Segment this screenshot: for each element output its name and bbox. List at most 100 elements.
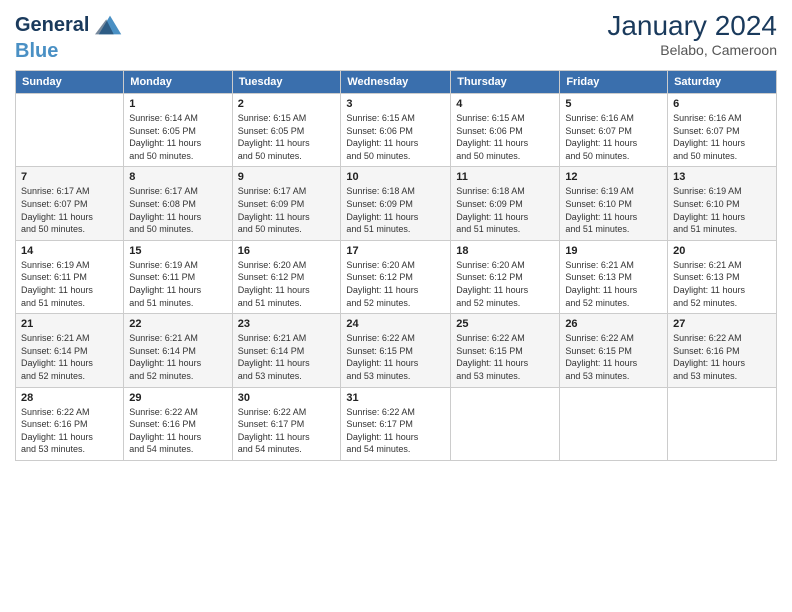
day-detail-3-1: Sunrise: 6:21 AM Sunset: 6:14 PM Dayligh… bbox=[129, 332, 226, 382]
day-num-2-6: 20 bbox=[673, 245, 771, 257]
logo-icon bbox=[95, 10, 125, 40]
logo-subtext: Blue bbox=[15, 40, 125, 62]
day-detail-3-6: Sunrise: 6:22 AM Sunset: 6:16 PM Dayligh… bbox=[673, 332, 771, 382]
day-detail-2-1: Sunrise: 6:19 AM Sunset: 6:11 PM Dayligh… bbox=[129, 259, 226, 309]
cell-0-5: 5Sunrise: 6:16 AM Sunset: 6:07 PM Daylig… bbox=[560, 94, 668, 167]
day-num-2-0: 14 bbox=[21, 245, 118, 257]
day-num-3-4: 25 bbox=[456, 318, 554, 330]
day-detail-4-1: Sunrise: 6:22 AM Sunset: 6:16 PM Dayligh… bbox=[129, 406, 226, 456]
day-num-2-5: 19 bbox=[565, 245, 662, 257]
week-row-3: 21Sunrise: 6:21 AM Sunset: 6:14 PM Dayli… bbox=[16, 314, 777, 387]
day-detail-3-5: Sunrise: 6:22 AM Sunset: 6:15 PM Dayligh… bbox=[565, 332, 662, 382]
cell-0-1: 1 Sunrise: 6:14 AM Sunset: 6:05 PM Daylig… bbox=[124, 94, 232, 167]
day-num-3-3: 24 bbox=[346, 318, 445, 330]
logo-text: General bbox=[15, 14, 89, 36]
cell-4-4 bbox=[451, 387, 560, 460]
cell-3-1: 22 Sunrise: 6:21 AM Sunset: 6:14 PM Dayli… bbox=[124, 314, 232, 387]
day-detail-1-4: Sunrise: 6:18 AM Sunset: 6:09 PM Dayligh… bbox=[456, 185, 554, 235]
day-num-0-4: 4 bbox=[456, 98, 554, 110]
col-tuesday: Tuesday bbox=[232, 71, 341, 94]
col-friday: Friday bbox=[560, 71, 668, 94]
day-num-2-1: 15 bbox=[129, 245, 226, 257]
day-num-3-2: 23 bbox=[238, 318, 336, 330]
day-detail-0-2: Sunrise: 6:15 AM Sunset: 6:05 PM Dayligh… bbox=[238, 112, 336, 162]
logo: General Blue bbox=[15, 10, 125, 62]
day-num-1-4: 11 bbox=[456, 171, 554, 183]
cell-1-3: 10 Sunrise: 6:18 AM Sunset: 6:09 PM Dayli… bbox=[341, 167, 451, 240]
cell-0-0 bbox=[16, 94, 124, 167]
day-detail-1-2: Sunrise: 6:17 AM Sunset: 6:09 PM Dayligh… bbox=[238, 185, 336, 235]
day-detail-1-6: Sunrise: 6:19 AM Sunset: 6:10 PM Dayligh… bbox=[673, 185, 771, 235]
day-num-1-5: 12 bbox=[565, 171, 662, 183]
day-num-0-1: 1 bbox=[129, 98, 226, 110]
cell-1-6: 13 Sunrise: 6:19 AM Sunset: 6:10 PM Dayli… bbox=[668, 167, 777, 240]
day-detail-1-3: Sunrise: 6:18 AM Sunset: 6:09 PM Dayligh… bbox=[346, 185, 445, 235]
day-num-1-6: 13 bbox=[673, 171, 771, 183]
day-detail-0-3: Sunrise: 6:15 AM Sunset: 6:06 PM Dayligh… bbox=[346, 112, 445, 162]
day-detail-0-5: Sunrise: 6:16 AM Sunset: 6:07 PM Dayligh… bbox=[565, 112, 662, 162]
cell-0-6: 6Sunrise: 6:16 AM Sunset: 6:07 PM Daylig… bbox=[668, 94, 777, 167]
cell-0-3: 3 Sunrise: 6:15 AM Sunset: 6:06 PM Daylig… bbox=[341, 94, 451, 167]
cell-1-1: 8 Sunrise: 6:17 AM Sunset: 6:08 PM Daylig… bbox=[124, 167, 232, 240]
cell-4-2: 30Sunrise: 6:22 AM Sunset: 6:17 PM Dayli… bbox=[232, 387, 341, 460]
title-block: January 2024 Belabo, Cameroon bbox=[607, 10, 777, 58]
col-saturday: Saturday bbox=[668, 71, 777, 94]
day-detail-0-4: Sunrise: 6:15 AM Sunset: 6:06 PM Dayligh… bbox=[456, 112, 554, 162]
day-num-1-1: 8 bbox=[129, 171, 226, 183]
cell-2-1: 15 Sunrise: 6:19 AM Sunset: 6:11 PM Dayli… bbox=[124, 240, 232, 313]
day-detail-3-3: Sunrise: 6:22 AM Sunset: 6:15 PM Dayligh… bbox=[346, 332, 445, 382]
week-row-0: 1 Sunrise: 6:14 AM Sunset: 6:05 PM Daylig… bbox=[16, 94, 777, 167]
day-detail-3-2: Sunrise: 6:21 AM Sunset: 6:14 PM Dayligh… bbox=[238, 332, 336, 382]
header: General Blue January 2024 Belabo, Camero… bbox=[15, 10, 777, 62]
day-detail-2-3: Sunrise: 6:20 AM Sunset: 6:12 PM Dayligh… bbox=[346, 259, 445, 309]
cell-3-0: 21Sunrise: 6:21 AM Sunset: 6:14 PM Dayli… bbox=[16, 314, 124, 387]
day-detail-2-5: Sunrise: 6:21 AM Sunset: 6:13 PM Dayligh… bbox=[565, 259, 662, 309]
day-num-3-1: 22 bbox=[129, 318, 226, 330]
col-wednesday: Wednesday bbox=[341, 71, 451, 94]
col-sunday: Sunday bbox=[16, 71, 124, 94]
day-num-2-4: 18 bbox=[456, 245, 554, 257]
day-num-1-3: 10 bbox=[346, 171, 445, 183]
cell-4-5 bbox=[560, 387, 668, 460]
day-detail-3-0: Sunrise: 6:21 AM Sunset: 6:14 PM Dayligh… bbox=[21, 332, 118, 382]
cell-1-0: 7 Sunrise: 6:17 AM Sunset: 6:07 PM Daylig… bbox=[16, 167, 124, 240]
day-num-1-0: 7 bbox=[21, 171, 118, 183]
day-detail-1-0: Sunrise: 6:17 AM Sunset: 6:07 PM Dayligh… bbox=[21, 185, 118, 235]
day-num-2-3: 17 bbox=[346, 245, 445, 257]
day-num-0-2: 2 bbox=[238, 98, 336, 110]
cell-0-2: 2 Sunrise: 6:15 AM Sunset: 6:05 PM Daylig… bbox=[232, 94, 341, 167]
cell-4-3: 31Sunrise: 6:22 AM Sunset: 6:17 PM Dayli… bbox=[341, 387, 451, 460]
cell-1-5: 12 Sunrise: 6:19 AM Sunset: 6:10 PM Dayli… bbox=[560, 167, 668, 240]
day-num-3-5: 26 bbox=[565, 318, 662, 330]
day-num-4-0: 28 bbox=[21, 392, 118, 404]
week-row-4: 28 Sunrise: 6:22 AM Sunset: 6:16 PM Dayli… bbox=[16, 387, 777, 460]
day-detail-2-2: Sunrise: 6:20 AM Sunset: 6:12 PM Dayligh… bbox=[238, 259, 336, 309]
month-year: January 2024 bbox=[607, 10, 777, 42]
cell-2-5: 19 Sunrise: 6:21 AM Sunset: 6:13 PM Dayli… bbox=[560, 240, 668, 313]
col-thursday: Thursday bbox=[451, 71, 560, 94]
cell-3-6: 27Sunrise: 6:22 AM Sunset: 6:16 PM Dayli… bbox=[668, 314, 777, 387]
cell-2-3: 17 Sunrise: 6:20 AM Sunset: 6:12 PM Dayli… bbox=[341, 240, 451, 313]
day-num-4-1: 29 bbox=[129, 392, 226, 404]
day-detail-2-6: Sunrise: 6:21 AM Sunset: 6:13 PM Dayligh… bbox=[673, 259, 771, 309]
day-detail-3-4: Sunrise: 6:22 AM Sunset: 6:15 PM Dayligh… bbox=[456, 332, 554, 382]
cell-3-3: 24 Sunrise: 6:22 AM Sunset: 6:15 PM Dayli… bbox=[341, 314, 451, 387]
day-num-0-3: 3 bbox=[346, 98, 445, 110]
day-num-1-2: 9 bbox=[238, 171, 336, 183]
cell-2-0: 14 Sunrise: 6:19 AM Sunset: 6:11 PM Dayli… bbox=[16, 240, 124, 313]
cell-2-6: 20 Sunrise: 6:21 AM Sunset: 6:13 PM Dayli… bbox=[668, 240, 777, 313]
col-monday: Monday bbox=[124, 71, 232, 94]
day-detail-2-4: Sunrise: 6:20 AM Sunset: 6:12 PM Dayligh… bbox=[456, 259, 554, 309]
day-num-2-2: 16 bbox=[238, 245, 336, 257]
day-detail-1-1: Sunrise: 6:17 AM Sunset: 6:08 PM Dayligh… bbox=[129, 185, 226, 235]
day-detail-1-5: Sunrise: 6:19 AM Sunset: 6:10 PM Dayligh… bbox=[565, 185, 662, 235]
day-detail-0-1: Sunrise: 6:14 AM Sunset: 6:05 PM Dayligh… bbox=[129, 112, 226, 162]
day-detail-4-3: Sunrise: 6:22 AM Sunset: 6:17 PM Dayligh… bbox=[346, 406, 445, 456]
cell-4-6 bbox=[668, 387, 777, 460]
cell-0-4: 4 Sunrise: 6:15 AM Sunset: 6:06 PM Daylig… bbox=[451, 94, 560, 167]
day-num-0-6: 6 bbox=[673, 98, 771, 110]
calendar-page: General Blue January 2024 Belabo, Camero… bbox=[0, 0, 792, 612]
week-row-2: 14 Sunrise: 6:19 AM Sunset: 6:11 PM Dayli… bbox=[16, 240, 777, 313]
cell-3-5: 26 Sunrise: 6:22 AM Sunset: 6:15 PM Dayli… bbox=[560, 314, 668, 387]
day-detail-2-0: Sunrise: 6:19 AM Sunset: 6:11 PM Dayligh… bbox=[21, 259, 118, 309]
